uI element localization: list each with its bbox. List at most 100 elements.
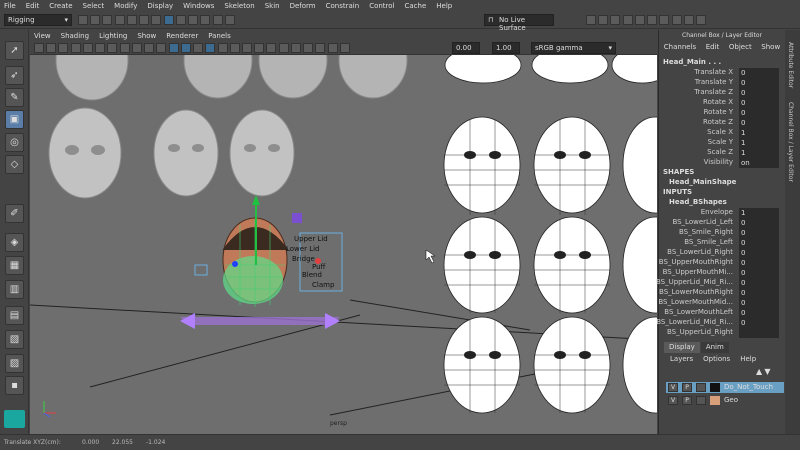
layer-row[interactable]: V P Do_Not_Touch (666, 382, 784, 393)
paint-weights-icon[interactable]: ✐ (5, 204, 24, 223)
channel-value-field[interactable]: 0 (739, 308, 779, 318)
shadows-icon[interactable] (241, 43, 252, 53)
tab-attribute-editor[interactable]: Attribute Editor (787, 42, 794, 88)
channel-value-field[interactable]: 0 (739, 318, 779, 328)
outliner-layout-icon[interactable]: ▧ (5, 330, 24, 349)
layer-name[interactable]: Geo (724, 396, 738, 404)
channel-name[interactable]: Rotate X (703, 98, 733, 106)
channel-name[interactable]: BS_LowerMouthMid... (658, 298, 733, 306)
bookmark-icon[interactable] (58, 43, 69, 53)
channel-row[interactable]: Translate X 0 (659, 68, 779, 78)
menu-modify[interactable]: Modify (114, 2, 137, 10)
camera-attributes-icon[interactable] (46, 43, 57, 53)
ipr-render-icon[interactable] (598, 15, 609, 25)
channel-value-field[interactable] (739, 328, 779, 338)
channel-row[interactable]: BS_LowerMouthRight 0 (659, 288, 779, 298)
channel-name[interactable]: BS_LowerLid_Mid_Ri... (656, 318, 733, 326)
two-view-icon[interactable]: ▥ (5, 280, 24, 299)
channel-value-field[interactable]: on (739, 158, 779, 168)
camera-icon[interactable] (34, 43, 44, 53)
anti-aliasing-icon[interactable] (278, 43, 289, 53)
channel-name[interactable]: BS_Smile_Left (684, 238, 733, 246)
tab-display[interactable]: Display (664, 342, 700, 353)
move-layer-up-icon[interactable]: ▲ (756, 367, 762, 376)
backface-culling-icon[interactable] (339, 43, 350, 53)
channel-name[interactable]: Translate X (694, 68, 733, 76)
layout-icon[interactable]: ▤ (5, 306, 24, 325)
layer-row[interactable]: V P Geo (666, 395, 784, 406)
snap-curve-icon[interactable] (200, 15, 211, 25)
wireframe-icon[interactable] (168, 43, 179, 53)
input-node-name[interactable]: Head_BShapes (669, 198, 727, 206)
channel-value-field[interactable]: 0 (739, 258, 779, 268)
tab-channel-box-layer-editor[interactable]: Channel Box / Layer Editor (787, 102, 794, 182)
live-surface-field[interactable]: ⊓ No Live Surface (484, 14, 554, 32)
channel-value-field[interactable]: 0 (739, 78, 779, 88)
viewport-menu-panels[interactable]: Panels (208, 32, 231, 40)
film-gate-icon[interactable] (95, 43, 106, 53)
channel-name[interactable]: BS_Smile_Right (679, 228, 733, 236)
script-layout-icon[interactable]: ▪ (5, 376, 24, 395)
channel-name[interactable]: Envelope (701, 208, 733, 216)
menu-edit[interactable]: Edit (706, 43, 720, 51)
select-tool-icon[interactable]: ➚ (5, 41, 24, 60)
toggle-hik-icon[interactable] (659, 15, 670, 25)
redo-icon[interactable] (126, 15, 137, 25)
default-material-icon[interactable] (193, 43, 204, 53)
channel-value-field[interactable]: 1 (739, 138, 779, 148)
undo-icon[interactable] (114, 15, 125, 25)
channel-row[interactable]: BS_UpperLid_Right (659, 328, 779, 338)
snap-view-icon[interactable] (224, 15, 235, 25)
lasso-tool-icon[interactable]: ➶ (5, 66, 24, 85)
menu-create[interactable]: Create (49, 2, 72, 10)
channel-row[interactable]: Scale X 1 (659, 128, 779, 138)
render-view-icon[interactable] (634, 15, 645, 25)
layer-playback-toggle[interactable]: P (682, 383, 692, 392)
single-view-icon[interactable]: ◈ (5, 233, 24, 252)
channel-name[interactable]: Rotate Z (703, 118, 733, 126)
tab-anim[interactable]: Anim (700, 342, 729, 353)
channel-row[interactable]: Translate Y 0 (659, 78, 779, 88)
channel-value-field[interactable]: 0 (739, 68, 779, 78)
smooth-shade-icon[interactable] (180, 43, 191, 53)
channel-value-field[interactable]: 0 (739, 88, 779, 98)
channel-value-field[interactable]: 0 (739, 248, 779, 258)
menu-control[interactable]: Control (369, 2, 394, 10)
xray-joints-icon[interactable] (327, 43, 338, 53)
menu-display[interactable]: Display (147, 2, 173, 10)
xray-icon[interactable] (315, 43, 326, 53)
move-tool-icon[interactable]: ▣ (5, 110, 24, 129)
graph-layout-icon[interactable]: ▨ (5, 354, 24, 373)
image-plane-icon[interactable] (70, 43, 81, 53)
channel-row[interactable]: BS_LowerMouthLeft 0 (659, 308, 779, 318)
menu-constrain[interactable]: Constrain (326, 2, 360, 10)
depth-of-field-icon[interactable] (290, 43, 301, 53)
mode-dropdown[interactable]: Rigging ▾ (4, 14, 72, 26)
channel-value-field[interactable]: 0 (739, 118, 779, 128)
channel-value-field[interactable]: 1 (739, 128, 779, 138)
channel-value-field[interactable]: 0 (739, 98, 779, 108)
select-hierarchy-icon[interactable] (139, 15, 150, 25)
select-component-icon[interactable] (163, 15, 174, 25)
channel-name[interactable]: BS_UpperMouthRight (659, 258, 733, 266)
toggle-attribute-editor-icon[interactable] (671, 15, 682, 25)
channel-row[interactable]: BS_UpperLid_Mid_Ri... 0 (656, 278, 779, 288)
safe-action-icon[interactable] (144, 43, 155, 53)
menu-channels[interactable]: Channels (664, 43, 696, 51)
menu-layers[interactable]: Layers (670, 355, 693, 363)
move-layer-down-icon[interactable]: ▼ (764, 367, 770, 376)
menu-show[interactable]: Show (761, 43, 780, 51)
menu-options[interactable]: Options (703, 355, 730, 363)
colorspace-dropdown[interactable]: sRGB gamma ▾ (531, 42, 616, 54)
channel-name[interactable]: BS_LowerLid_Left (672, 218, 733, 226)
menu-edit[interactable]: Edit (26, 2, 40, 10)
magnet-icon[interactable] (175, 15, 186, 25)
gate-mask-icon[interactable] (119, 43, 130, 53)
channel-row[interactable]: BS_LowerLid_Mid_Ri... 0 (656, 318, 779, 328)
layer-name[interactable]: Do_Not_Touch (724, 383, 773, 391)
viewport-menu-show[interactable]: Show (137, 32, 156, 40)
menu-select[interactable]: Select (83, 2, 105, 10)
layer-display-type-toggle[interactable] (696, 396, 706, 405)
channel-row[interactable]: Scale Z 1 (659, 148, 779, 158)
resolution-gate-icon[interactable] (107, 43, 118, 53)
